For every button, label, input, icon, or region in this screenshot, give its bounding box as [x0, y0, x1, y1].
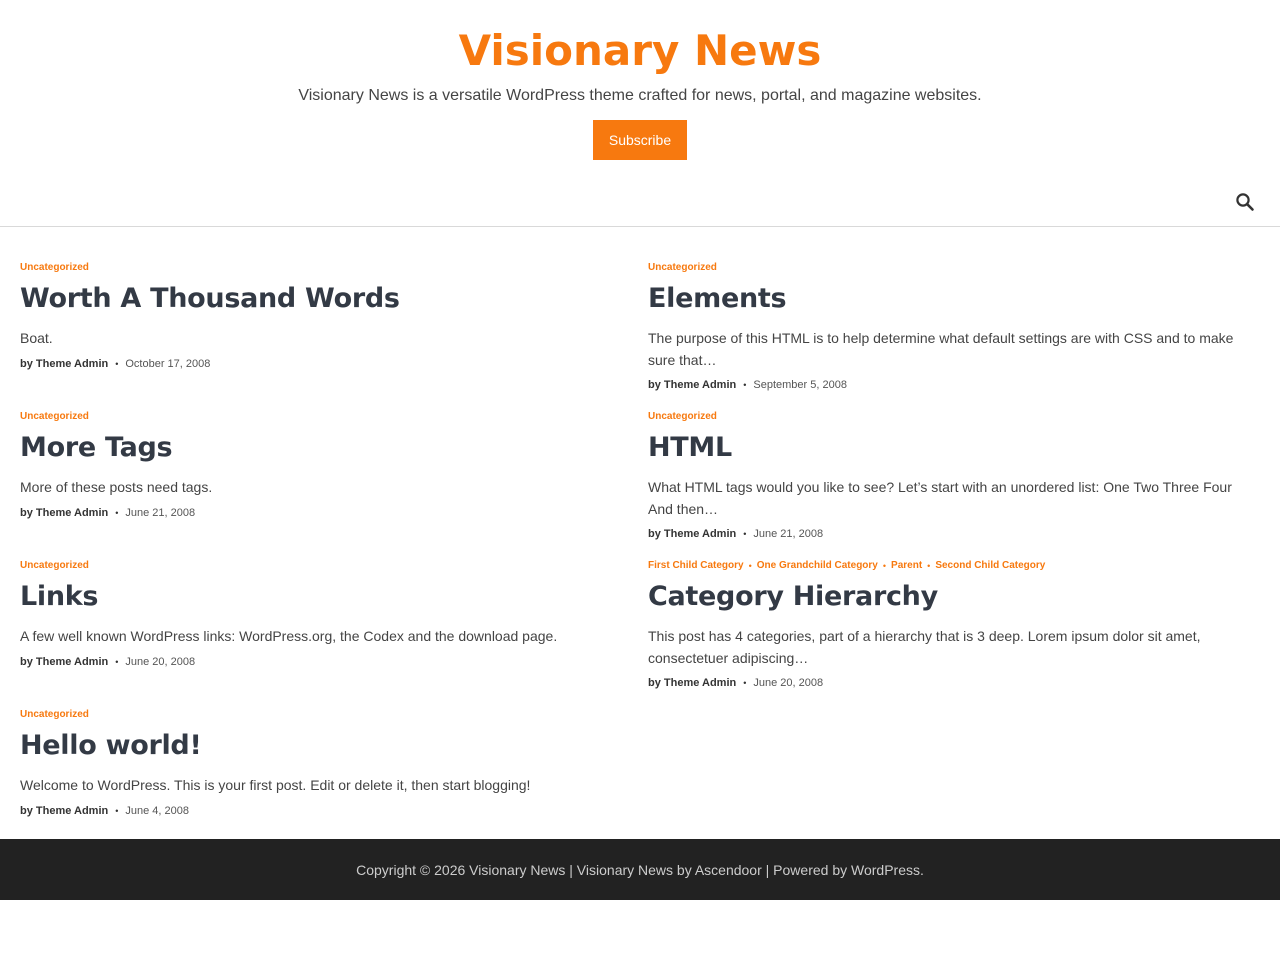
post-categories: Uncategorized	[20, 411, 620, 423]
post-meta: by Theme Admin • June 4, 2008	[20, 803, 620, 819]
post-date[interactable]: June 20, 2008	[125, 656, 195, 668]
post-title[interactable]: Links	[20, 580, 620, 614]
category-separator: •	[927, 561, 931, 571]
meta-separator: •	[743, 380, 747, 390]
post-date[interactable]: September 5, 2008	[753, 379, 847, 391]
site-description: Visionary News is a versatile WordPress …	[298, 87, 982, 104]
post-categories: Uncategorized	[20, 262, 620, 274]
post-date[interactable]: June 4, 2008	[125, 805, 189, 817]
post-meta: by Theme Admin • June 21, 2008	[20, 505, 620, 521]
search-icon	[1236, 193, 1254, 211]
post-categories: Uncategorized	[648, 262, 1248, 274]
post-categories: Uncategorized	[20, 560, 620, 572]
category-link[interactable]: Uncategorized	[648, 411, 717, 423]
post-date[interactable]: June 21, 2008	[753, 528, 823, 540]
post-author[interactable]: by Theme Admin	[20, 507, 108, 519]
post-excerpt: What HTML tags would you like to see? Le…	[648, 479, 1232, 517]
post-title[interactable]: HTML	[648, 431, 1248, 465]
post-author[interactable]: by Theme Admin	[648, 379, 736, 391]
meta-separator: •	[743, 529, 747, 539]
post-author[interactable]: by Theme Admin	[648, 528, 736, 540]
category-link[interactable]: Uncategorized	[20, 709, 89, 721]
category-link[interactable]: One Grandchild Category	[757, 560, 878, 572]
category-link[interactable]: Uncategorized	[20, 411, 89, 423]
post-meta: by Theme Admin • September 5, 2008	[648, 377, 1248, 393]
post-title[interactable]: Elements	[648, 282, 1248, 316]
post-card: Uncategorized Links A few well known Wor…	[20, 560, 620, 670]
post-title[interactable]: More Tags	[20, 431, 620, 465]
post-categories: First Child Category • One Grandchild Ca…	[648, 560, 1248, 572]
post-card: First Child Category • One Grandchild Ca…	[648, 560, 1248, 691]
post-card: Uncategorized More Tags More of these po…	[20, 411, 620, 521]
post-meta: by Theme Admin • October 17, 2008	[20, 356, 620, 372]
post-title[interactable]: Hello world!	[20, 729, 620, 763]
post-excerpt: The purpose of this HTML is to help dete…	[648, 330, 1234, 368]
meta-separator: •	[115, 507, 119, 518]
post-excerpt: A few well known WordPress links: WordPr…	[20, 628, 558, 644]
post-date[interactable]: June 21, 2008	[125, 507, 195, 519]
category-link[interactable]: Uncategorized	[20, 262, 89, 274]
category-separator: •	[748, 561, 752, 571]
post-card: Uncategorized HTML What HTML tags would …	[648, 411, 1248, 542]
post-list: Uncategorized Worth A Thousand Words Boa…	[0, 227, 1280, 839]
post-title[interactable]: Category Hierarchy	[648, 580, 1248, 614]
footer-copyright: Copyright © 2026 Visionary News | Vision…	[356, 861, 924, 878]
post-author[interactable]: by Theme Admin	[648, 677, 736, 689]
post-author[interactable]: by Theme Admin	[20, 358, 108, 370]
post-author[interactable]: by Theme Admin	[20, 656, 108, 668]
site-title[interactable]: Visionary News	[0, 26, 1280, 76]
search-button[interactable]	[1234, 192, 1256, 214]
post-card: Uncategorized Hello world! Welcome to Wo…	[20, 709, 620, 819]
post-excerpt: This post has 4 categories, part of a hi…	[648, 628, 1201, 666]
post-meta: by Theme Admin • June 20, 2008	[648, 675, 1248, 691]
meta-separator: •	[743, 678, 747, 688]
subscribe-button[interactable]: Subscribe	[593, 120, 687, 160]
post-excerpt: Welcome to WordPress. This is your first…	[20, 777, 531, 793]
meta-separator: •	[115, 656, 119, 667]
post-title[interactable]: Worth A Thousand Words	[20, 282, 620, 316]
post-card: Uncategorized Worth A Thousand Words Boa…	[20, 262, 620, 372]
category-link[interactable]: Parent	[891, 560, 922, 572]
post-excerpt: Boat.	[20, 330, 53, 346]
category-link[interactable]: Uncategorized	[648, 262, 717, 274]
post-author[interactable]: by Theme Admin	[20, 805, 108, 817]
category-link[interactable]: Second Child Category	[935, 560, 1045, 572]
category-link[interactable]: First Child Category	[648, 560, 744, 572]
category-separator: •	[882, 561, 887, 571]
site-header: Visionary News Visionary News is a versa…	[0, 0, 1280, 227]
post-categories: Uncategorized	[20, 709, 620, 721]
post-card: Uncategorized Elements The purpose of th…	[648, 262, 1248, 393]
category-link[interactable]: Uncategorized	[20, 560, 89, 572]
post-categories: Uncategorized	[648, 411, 1248, 423]
post-meta: by Theme Admin • June 20, 2008	[20, 654, 620, 670]
post-excerpt: More of these posts need tags.	[20, 479, 213, 495]
post-date[interactable]: October 17, 2008	[125, 358, 210, 370]
meta-separator: •	[115, 358, 119, 369]
post-date[interactable]: June 20, 2008	[753, 677, 823, 689]
meta-separator: •	[115, 805, 119, 816]
site-footer: Copyright © 2026 Visionary News | Vision…	[0, 839, 1280, 900]
post-meta: by Theme Admin • June 21, 2008	[648, 526, 1248, 542]
